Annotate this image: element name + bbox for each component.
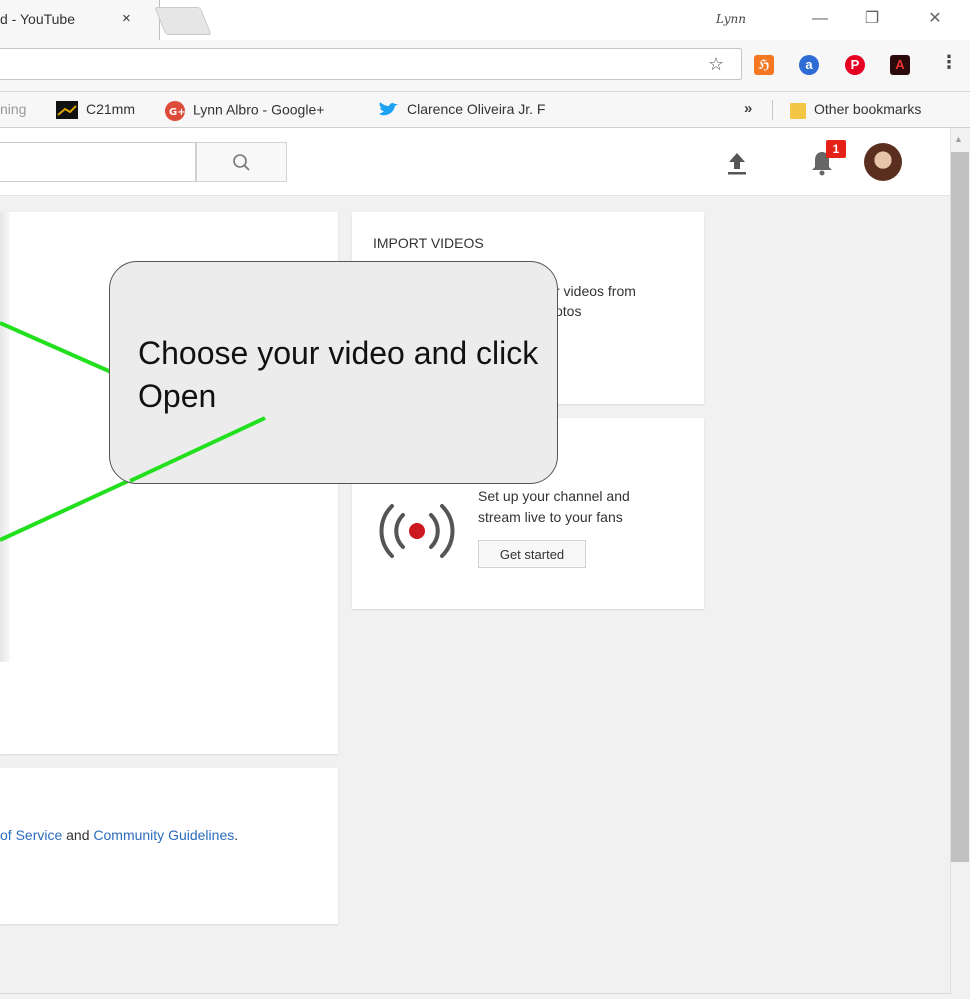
scrollbar-thumb[interactable]: [951, 152, 969, 862]
bookmark-label: C21mm: [86, 101, 136, 117]
community-guidelines-link[interactable]: Community Guidelines: [93, 827, 234, 843]
search-icon: [233, 154, 250, 171]
live-card-text: Set up your channel and: [478, 488, 630, 504]
terms-period: .: [234, 827, 239, 843]
bookmark-label: Clarence Oliveira Jr. F: [407, 101, 546, 117]
terms-text: of Service and Community Guidelines.: [0, 827, 238, 843]
get-started-button[interactable]: Get started: [478, 540, 586, 568]
other-bookmarks[interactable]: Other bookmarks: [790, 101, 922, 120]
terms-of-service-link[interactable]: of Service: [0, 827, 62, 843]
tab-close-icon[interactable]: ×: [122, 10, 131, 27]
search-button[interactable]: [196, 142, 287, 182]
address-bar[interactable]: ☆: [0, 48, 742, 80]
minimize-icon[interactable]: —: [800, 5, 840, 33]
pinterest-icon[interactable]: P: [845, 55, 865, 75]
amazon-assistant-icon[interactable]: a: [799, 55, 819, 75]
avatar[interactable]: [864, 143, 902, 181]
bookmarks-overflow-icon[interactable]: »: [744, 100, 752, 117]
bookmark-item-google-plus[interactable]: G+ Lynn Albro - Google+: [165, 101, 324, 121]
chrome-menu-icon[interactable]: ⋮: [940, 52, 958, 73]
live-broadcast-icon: [379, 504, 455, 558]
youtube-header: [0, 128, 950, 196]
folder-icon: [790, 103, 806, 120]
bookmark-star-icon[interactable]: ☆: [708, 54, 724, 75]
import-videos-title: IMPORT VIDEOS: [373, 235, 484, 251]
adobe-acrobat-icon[interactable]: A: [890, 55, 910, 75]
bookmark-item-twitter[interactable]: Clarence Oliveira Jr. F: [377, 101, 545, 119]
new-tab-button[interactable]: [154, 7, 212, 35]
bookmark-item[interactable]: ning: [0, 101, 26, 117]
browser-tab-strip: d - YouTube × Lynn — ❐ ✕: [0, 0, 970, 41]
live-card-text: stream live to your fans: [478, 509, 623, 525]
scroll-up-arrow-icon[interactable]: ▲: [954, 134, 963, 144]
bookmark-item-c21mm[interactable]: C21mm: [56, 101, 136, 120]
terms-card: [0, 768, 338, 924]
footer-divider: [0, 993, 950, 994]
search-input[interactable]: [0, 142, 196, 182]
import-videos-text: r videos from: [555, 283, 636, 299]
google-plus-icon: G+: [165, 101, 185, 121]
browser-toolbar: ☆ ℌ a P A ⋮: [0, 40, 970, 92]
bookmarks-bar: ning C21mm G+ Lynn Albro - Google+ Claren…: [0, 92, 970, 128]
other-bookmarks-label: Other bookmarks: [814, 101, 922, 117]
upload-icon[interactable]: [726, 150, 748, 176]
browser-tab-youtube[interactable]: d - YouTube ×: [0, 0, 160, 41]
bookmarks-divider: [772, 100, 773, 120]
callout-text: Choose your video and click Open: [138, 335, 539, 414]
twitter-icon: [379, 102, 398, 116]
tab-title: d - YouTube: [0, 11, 75, 27]
notification-count-badge: 1: [826, 140, 846, 158]
c21mm-icon: [56, 101, 78, 120]
file-dialog-shadow: [0, 212, 10, 662]
profile-name[interactable]: Lynn: [716, 12, 746, 26]
import-videos-text: otos: [555, 303, 582, 319]
restore-icon[interactable]: ❐: [852, 5, 892, 33]
close-window-icon[interactable]: ✕: [915, 5, 955, 33]
hubspot-icon[interactable]: ℌ: [754, 55, 774, 75]
terms-and: and: [66, 827, 90, 843]
bookmark-label: Lynn Albro - Google+: [193, 101, 325, 118]
svg-text:G+: G+: [169, 107, 185, 118]
